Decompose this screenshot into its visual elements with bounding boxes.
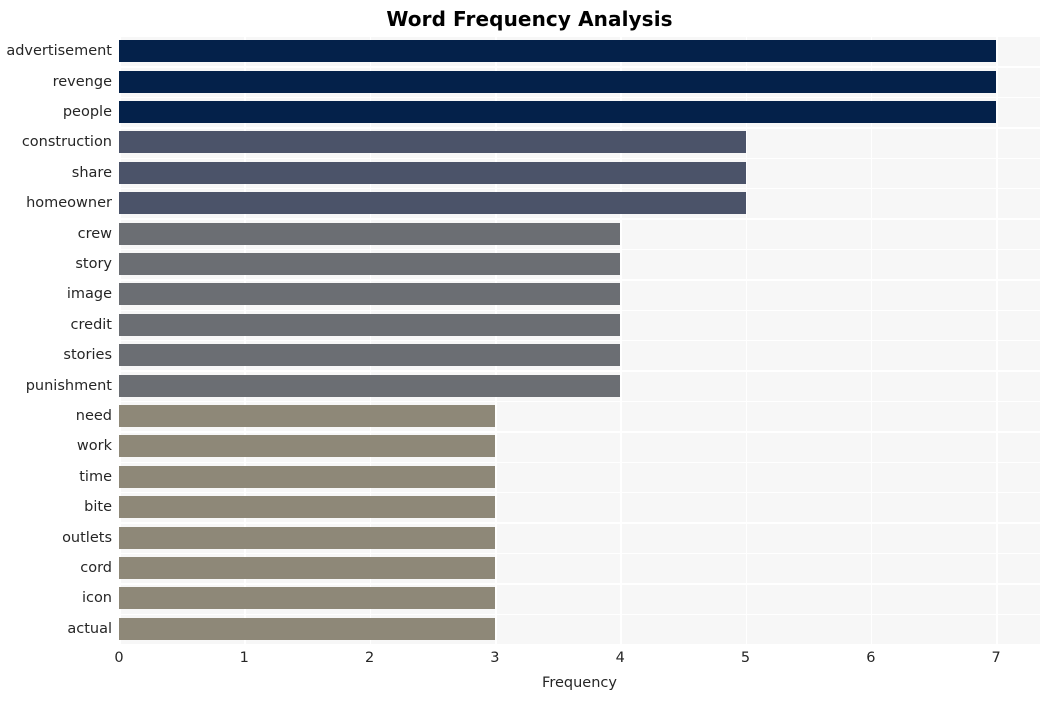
x-axis-title: Frequency bbox=[542, 675, 617, 691]
vertical-gridline bbox=[494, 36, 497, 644]
y-axis-tick-label: time bbox=[79, 468, 112, 485]
bar bbox=[119, 617, 495, 640]
horizontal-gridline bbox=[119, 66, 1040, 68]
y-axis-tick-label: actual bbox=[67, 620, 112, 637]
horizontal-gridline bbox=[119, 613, 1040, 615]
chart-figure: Word Frequency Analysis advertisement rev… bbox=[0, 0, 1059, 701]
bar bbox=[119, 557, 495, 579]
y-axis-tick-label: bite bbox=[84, 499, 112, 516]
y-axis-tick-label: share bbox=[71, 164, 112, 181]
bar bbox=[119, 283, 621, 306]
horizontal-gridline bbox=[119, 583, 1040, 585]
bar bbox=[119, 192, 746, 215]
y-axis-tick-labels: advertisement revenge people construction sh… bbox=[0, 36, 112, 644]
vertical-gridline bbox=[996, 36, 998, 644]
bar bbox=[119, 131, 746, 154]
x-axis-tick-label: 1 bbox=[239, 650, 249, 666]
horizontal-gridline bbox=[119, 461, 1040, 463]
horizontal-gridline bbox=[119, 36, 1040, 38]
horizontal-gridline bbox=[119, 492, 1040, 494]
x-axis-tick-label: 5 bbox=[740, 650, 751, 666]
y-axis-tick-label: revenge bbox=[52, 73, 112, 90]
y-axis-tick-label: construction bbox=[21, 134, 112, 151]
bar bbox=[119, 70, 997, 93]
horizontal-gridline bbox=[119, 218, 1040, 220]
vertical-gridline bbox=[745, 36, 748, 644]
y-axis-tick-label: image bbox=[66, 286, 112, 303]
y-axis-tick-label: crew bbox=[77, 225, 112, 242]
horizontal-gridline bbox=[119, 188, 1040, 190]
chart-title: Word Frequency Analysis bbox=[386, 7, 673, 31]
horizontal-gridline bbox=[119, 157, 1040, 159]
y-axis-tick-label: icon bbox=[81, 590, 112, 607]
horizontal-gridline bbox=[119, 431, 1040, 433]
bar bbox=[119, 465, 495, 488]
horizontal-gridline bbox=[119, 370, 1040, 372]
bar bbox=[119, 253, 621, 275]
horizontal-gridline bbox=[119, 400, 1040, 403]
vertical-gridline bbox=[244, 36, 246, 644]
x-axis-tick-label: 3 bbox=[490, 650, 500, 666]
bar bbox=[119, 313, 621, 336]
x-axis-tick-label: 4 bbox=[615, 650, 625, 666]
x-axis-tick-label: 6 bbox=[866, 650, 876, 666]
horizontal-gridline bbox=[119, 96, 1040, 99]
bar bbox=[119, 101, 997, 123]
x-axis-tick-label: 2 bbox=[364, 650, 375, 666]
y-axis-tick-label: homeowner bbox=[26, 195, 112, 212]
bar bbox=[119, 405, 495, 427]
y-axis-tick-label: stories bbox=[63, 347, 112, 364]
vertical-gridline bbox=[870, 36, 873, 644]
bar bbox=[119, 161, 746, 184]
y-axis-tick-label: credit bbox=[70, 316, 112, 333]
y-axis-tick-label: punishment bbox=[25, 377, 112, 394]
bar bbox=[119, 40, 997, 63]
horizontal-gridline bbox=[119, 552, 1040, 555]
bar bbox=[119, 526, 495, 549]
horizontal-gridline bbox=[119, 522, 1040, 524]
bar bbox=[119, 222, 621, 245]
horizontal-gridline bbox=[119, 279, 1040, 281]
vertical-gridline bbox=[620, 36, 622, 644]
horizontal-gridline bbox=[119, 248, 1040, 251]
vertical-gridline bbox=[119, 36, 121, 644]
y-axis-tick-label: work bbox=[76, 438, 112, 455]
y-axis-tick-label: need bbox=[75, 408, 112, 424]
y-axis-tick-label: cord bbox=[80, 560, 112, 576]
plot-area bbox=[119, 36, 1040, 644]
y-axis-tick-label: outlets bbox=[62, 529, 112, 546]
vertical-gridline bbox=[369, 36, 372, 644]
x-axis-tick-labels: 0 1 2 3 4 5 6 7 bbox=[114, 649, 1040, 671]
x-axis-tick-label: 7 bbox=[991, 650, 1001, 666]
bar bbox=[119, 344, 621, 367]
y-axis-tick-label: story bbox=[75, 256, 112, 272]
bar bbox=[119, 435, 495, 458]
horizontal-gridline bbox=[119, 340, 1040, 342]
bar bbox=[119, 496, 495, 519]
x-axis-tick-label: 0 bbox=[114, 650, 124, 666]
y-axis-tick-label: people bbox=[62, 104, 112, 120]
horizontal-gridline bbox=[119, 127, 1040, 129]
y-axis-tick-label: advertisement bbox=[6, 43, 112, 60]
bar bbox=[119, 374, 621, 397]
horizontal-gridline bbox=[119, 309, 1040, 311]
bar bbox=[119, 587, 495, 610]
